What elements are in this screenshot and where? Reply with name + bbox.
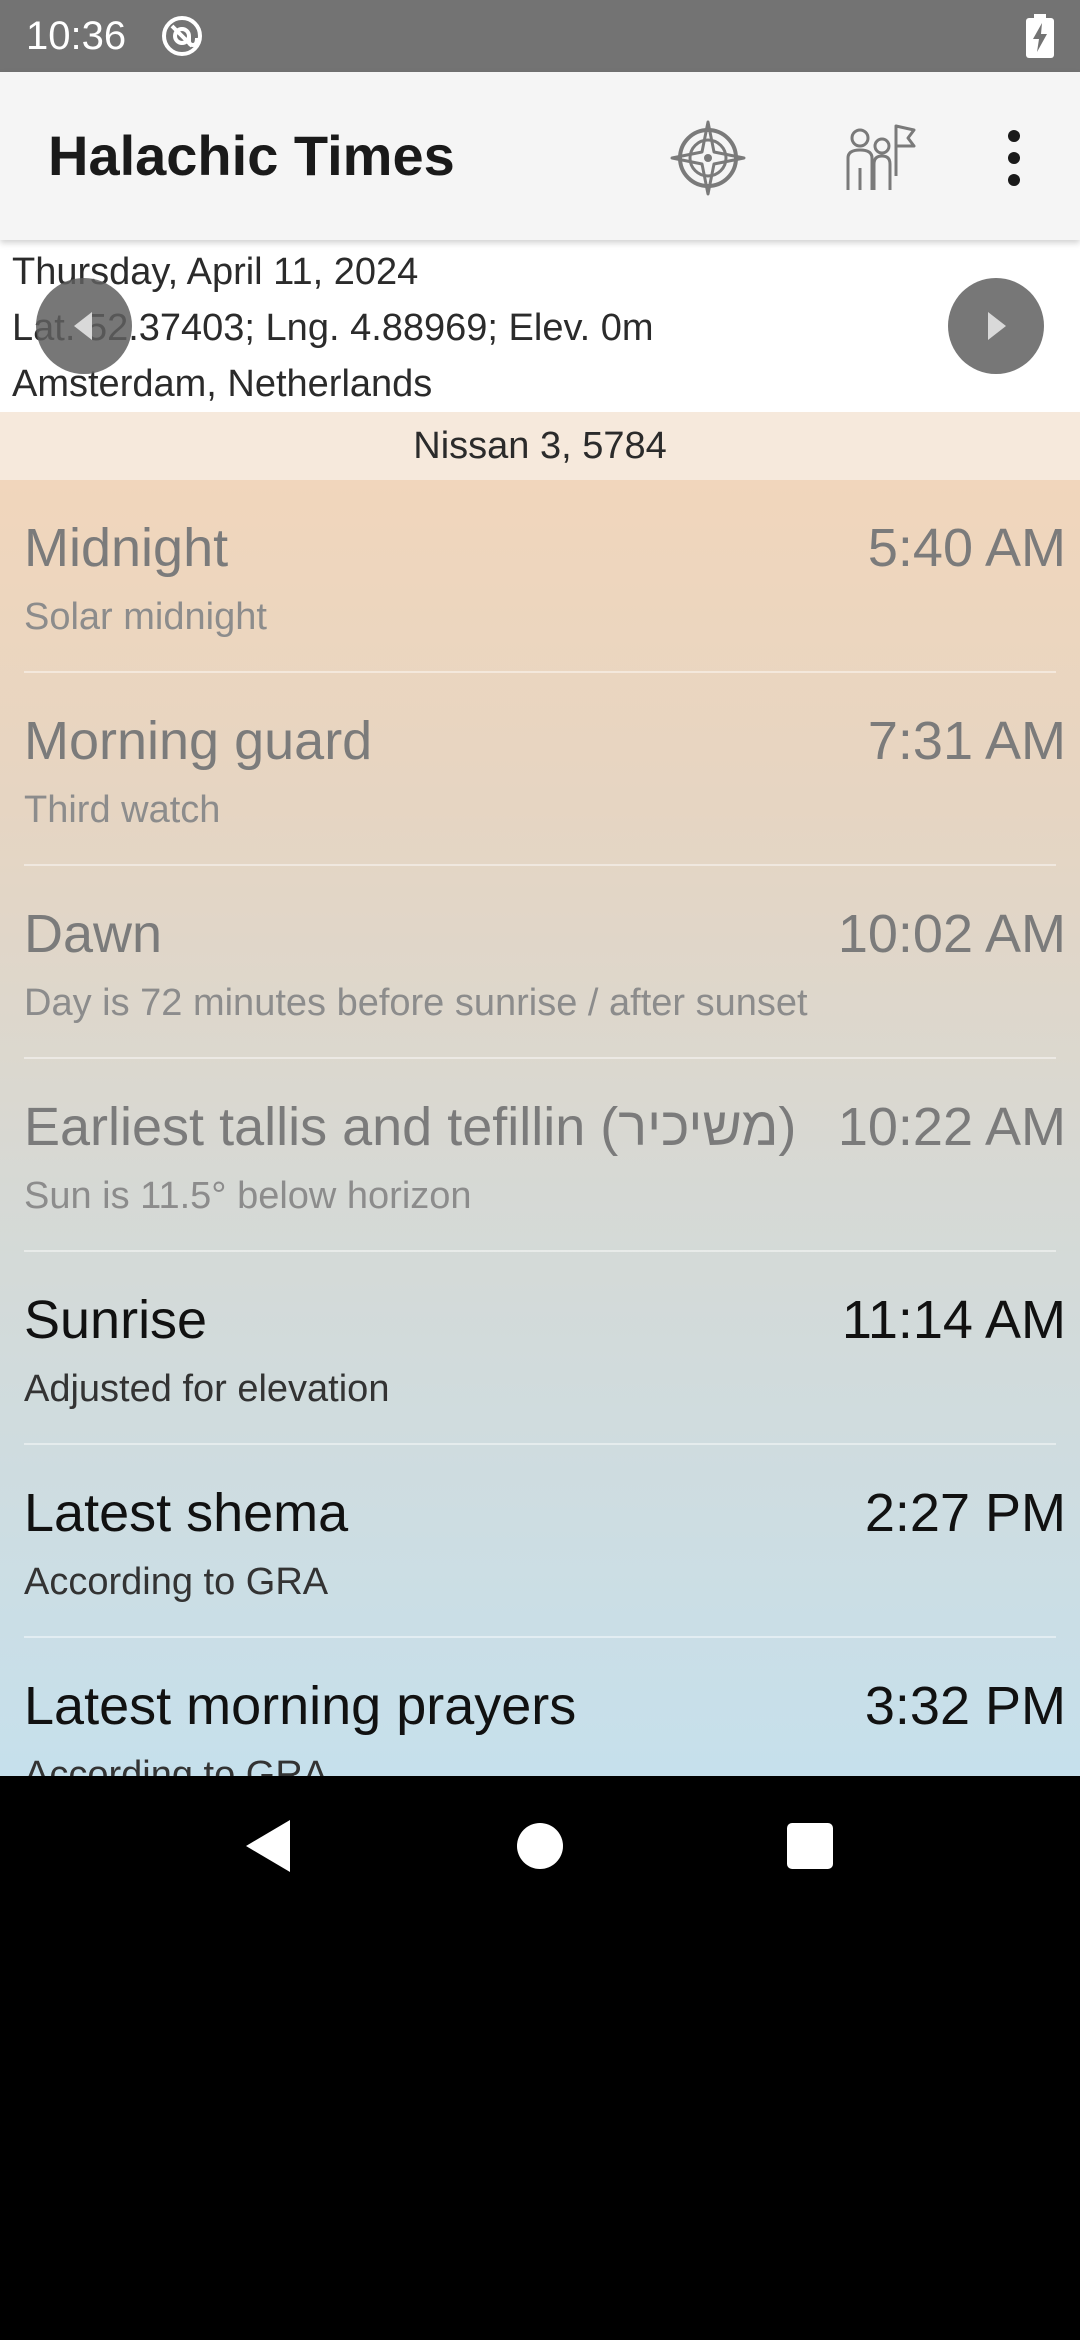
time-row-latest-shema[interactable]: Latest shema 2:27 PM According to GRA [0,1445,1080,1638]
time-row-morning-guard[interactable]: Morning guard 7:31 AM Third watch [0,673,1080,866]
app-title: Halachic Times [48,124,455,187]
next-day-button[interactable] [948,278,1044,374]
row-title: Sunrise [24,1290,208,1350]
recents-icon [787,1823,833,1869]
row-title: Earliest tallis and tefillin (משיכיר) [24,1097,797,1157]
row-title: Latest shema [24,1483,349,1543]
row-subtitle: Day is 72 minutes before sunrise / after… [24,982,808,1024]
row-time: 11:14 AM [841,1290,1066,1350]
status-time: 10:36 [26,14,127,58]
back-button[interactable] [232,1810,304,1882]
battery-charging-icon [1026,14,1054,58]
row-subtitle: Third watch [24,789,221,831]
chevron-left-icon [74,312,92,340]
time-row-sunrise[interactable]: Sunrise 11:14 AM Adjusted for elevation [0,1252,1080,1445]
row-subtitle: Solar midnight [24,596,267,638]
previous-day-button[interactable] [36,278,132,374]
people-flag-button[interactable] [836,116,920,200]
home-button[interactable] [504,1810,576,1882]
row-title: Morning guard [24,711,373,771]
row-subtitle: According to GRA [24,1561,329,1603]
app-bar: Halachic Times [0,72,1080,240]
time-row-latest-morning-prayers[interactable]: Latest morning prayers 3:32 PM According… [0,1638,1080,1776]
system-nav-bar [0,1776,1080,1916]
more-options-button[interactable] [972,116,1056,200]
times-list[interactable]: Midnight 5:40 AM Solar midnight Morning … [0,480,1080,1776]
hebrew-date: Nissan 3, 5784 [0,412,1080,480]
row-time: 2:27 PM [864,1483,1066,1543]
back-icon [246,1820,290,1872]
at-sign-icon [162,16,202,56]
time-row-dawn[interactable]: Dawn 10:02 AM Day is 72 minutes before s… [0,866,1080,1059]
row-time: 5:40 AM [867,518,1066,578]
row-subtitle: Sun is 11.5° below horizon [24,1175,472,1217]
compass-button[interactable] [666,116,750,200]
status-bar: 10:36 [0,0,1080,72]
location-header: Thursday, April 11, 2024 Lat. 52.37403; … [0,240,1080,412]
recents-button[interactable] [774,1810,846,1882]
row-title: Latest morning prayers [24,1676,577,1736]
more-vert-icon [1008,130,1020,186]
time-row-earliest-tallis[interactable]: Earliest tallis and tefillin (משיכיר) 10… [0,1059,1080,1252]
row-time: 3:32 PM [864,1676,1066,1736]
home-icon [517,1823,563,1869]
chevron-right-icon [988,312,1006,340]
people-flag-icon [846,124,916,190]
row-title: Dawn [24,904,163,964]
row-time: 10:02 AM [837,904,1066,964]
row-subtitle: Adjusted for elevation [24,1368,390,1410]
row-subtitle: According to GRA [24,1754,329,1776]
row-time: 7:31 AM [867,711,1066,771]
row-title: Midnight [24,518,229,578]
compass-icon [670,120,746,196]
row-time: 10:22 AM [837,1097,1066,1157]
time-row-midnight[interactable]: Midnight 5:40 AM Solar midnight [0,480,1080,673]
